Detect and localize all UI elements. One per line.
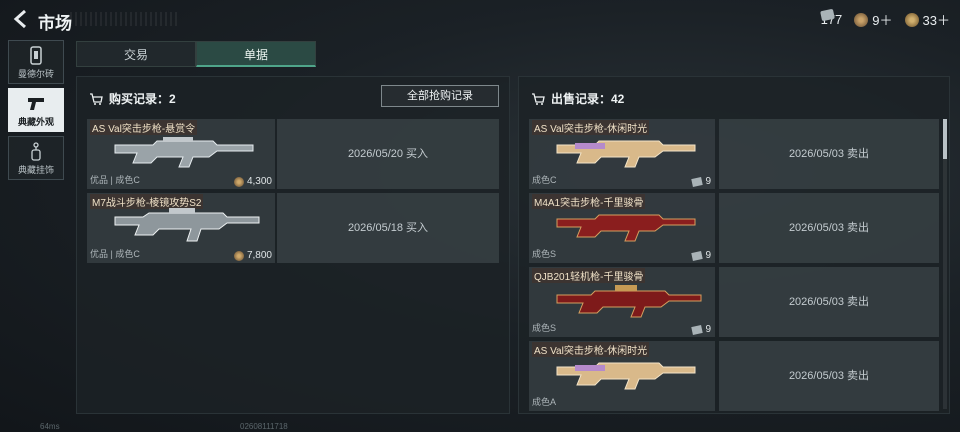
- sales-record[interactable]: AS Val突击步枪-休闲时光 成色A 2026/05/03 卖出: [529, 341, 939, 411]
- sidebar-item-skins[interactable]: 典藏外观: [8, 88, 64, 132]
- item-price: 4,300: [233, 176, 272, 187]
- item-card: M7战斗步枪-棱镜攻势S2 优品 | 成色C 7,800: [87, 193, 275, 263]
- purchase-date: 2026/05/18 买入: [277, 193, 499, 263]
- sales-count: 出售记录：42: [551, 92, 625, 106]
- item-card: AS Val突击步枪-悬赏令 优品 | 成色C 4,300: [87, 119, 275, 189]
- price-value: 4,300: [246, 176, 272, 187]
- rifle-icon: [114, 137, 254, 168]
- coin-icon: [233, 176, 244, 187]
- purchase-date: 2026/05/20 买入: [277, 119, 499, 189]
- tab-orders[interactable]: 单据: [196, 41, 316, 67]
- item-grade: 成色C: [532, 175, 557, 185]
- brick-icon: [30, 46, 42, 65]
- currency-card[interactable]: 177: [819, 8, 842, 29]
- rifle-icon: [556, 140, 696, 168]
- sidebar-item-label: 曼德尔砖: [17, 69, 54, 79]
- rifle-icon: [114, 208, 260, 242]
- card-icon: [691, 324, 704, 335]
- sales-panel: 出售记录：42 AS Val突击步枪-休闲时光 成色C 9 2026/05/03…: [518, 76, 950, 414]
- purchase-record[interactable]: M7战斗步枪-棱镜攻势S2 优品 | 成色C 7,800 2026/05/18 …: [87, 193, 499, 263]
- sidebar-item-label: 典藏挂饰: [17, 165, 54, 175]
- pistol-icon: [28, 98, 44, 110]
- tab-bar: 交易 单据: [76, 41, 316, 67]
- currency-gold-value: 33＋: [922, 13, 950, 28]
- item-card: M4A1突击步枪-千里骏骨 成色S 9: [529, 193, 715, 263]
- purchase-header: 购买记录：2: [89, 90, 176, 107]
- count-value: 9: [705, 176, 711, 187]
- top-bar: 市场 177 9＋ 33＋: [0, 0, 960, 40]
- sidebar-item-brick[interactable]: 曼德尔砖: [8, 40, 64, 84]
- footer: 64ms 02608111718: [0, 422, 960, 432]
- coin-icon: [233, 250, 244, 261]
- sale-date: 2026/05/03 卖出: [719, 193, 939, 263]
- user-id: 02608111718: [240, 422, 288, 431]
- purchase-count: 购买记录：2: [109, 92, 176, 106]
- card-icon: [691, 250, 704, 261]
- item-grade: 优品 | 成色C: [90, 249, 140, 259]
- item-grade: 成色S: [532, 249, 557, 259]
- ping-value: 64ms: [40, 422, 60, 431]
- count-value: 9: [705, 250, 711, 261]
- currency-coin[interactable]: 9＋: [854, 10, 893, 29]
- scrollbar-thumb[interactable]: [943, 119, 947, 159]
- item-count: 9: [691, 176, 711, 187]
- machine-gun-icon: [556, 285, 702, 318]
- sidebar: 曼德尔砖 典藏外观 典藏挂饰: [8, 40, 66, 184]
- purchase-panel: 购买记录：2 全部抢购记录 AS Val突击步枪-悬赏令 优品 | 成色C 4,…: [76, 76, 510, 414]
- item-grade: 成色A: [532, 397, 557, 407]
- item-price: 7,800: [233, 250, 272, 261]
- cart-icon: [90, 92, 103, 105]
- gold-coin-icon: [904, 12, 919, 27]
- purchase-record[interactable]: AS Val突击步枪-悬赏令 优品 | 成色C 4,300 2026/05/20…: [87, 119, 499, 189]
- currency-coin-value: 9＋: [872, 13, 893, 28]
- sale-date: 2026/05/03 卖出: [719, 267, 939, 337]
- currency-gold[interactable]: 33＋: [904, 10, 950, 29]
- sales-header: 出售记录：42: [531, 90, 624, 107]
- sidebar-item-label: 典藏外观: [17, 117, 54, 127]
- item-card: AS Val突击步枪-休闲时光 成色A: [529, 341, 715, 411]
- tab-trade[interactable]: 交易: [76, 41, 196, 67]
- all-rush-records-button[interactable]: 全部抢购记录: [381, 85, 499, 107]
- coin-icon: [854, 12, 869, 27]
- sales-record[interactable]: M4A1突击步枪-千里骏骨 成色S 9 2026/05/03 卖出: [529, 193, 939, 263]
- currency-bar: 177 9＋ 33＋: [819, 8, 950, 29]
- sidebar-item-charms[interactable]: 典藏挂饰: [8, 136, 64, 180]
- back-arrow-icon[interactable]: [10, 8, 32, 30]
- item-card: QJB201轻机枪-千里骏骨 成色S 9: [529, 267, 715, 337]
- sales-record[interactable]: AS Val突击步枪-休闲时光 成色C 9 2026/05/03 卖出: [529, 119, 939, 189]
- cart-icon: [532, 92, 545, 105]
- sale-date: 2026/05/03 卖出: [719, 119, 939, 189]
- item-grade: 成色S: [532, 323, 557, 333]
- title-decoration: [70, 12, 180, 26]
- card-icon: [691, 176, 704, 187]
- count-value: 9: [705, 324, 711, 335]
- sales-record[interactable]: QJB201轻机枪-千里骏骨 成色S 9 2026/05/03 卖出: [529, 267, 939, 337]
- item-count: 9: [691, 324, 711, 335]
- price-value: 7,800: [246, 250, 272, 261]
- item-card: AS Val突击步枪-休闲时光 成色C 9: [529, 119, 715, 189]
- charm-icon: [31, 142, 41, 161]
- sale-date: 2026/05/03 卖出: [719, 341, 939, 411]
- page-title: 市场: [38, 14, 72, 33]
- item-count: 9: [691, 250, 711, 261]
- scrollbar[interactable]: [943, 119, 947, 409]
- rifle-icon: [556, 362, 696, 390]
- item-grade: 优品 | 成色C: [90, 175, 140, 185]
- rifle-icon: [556, 214, 696, 242]
